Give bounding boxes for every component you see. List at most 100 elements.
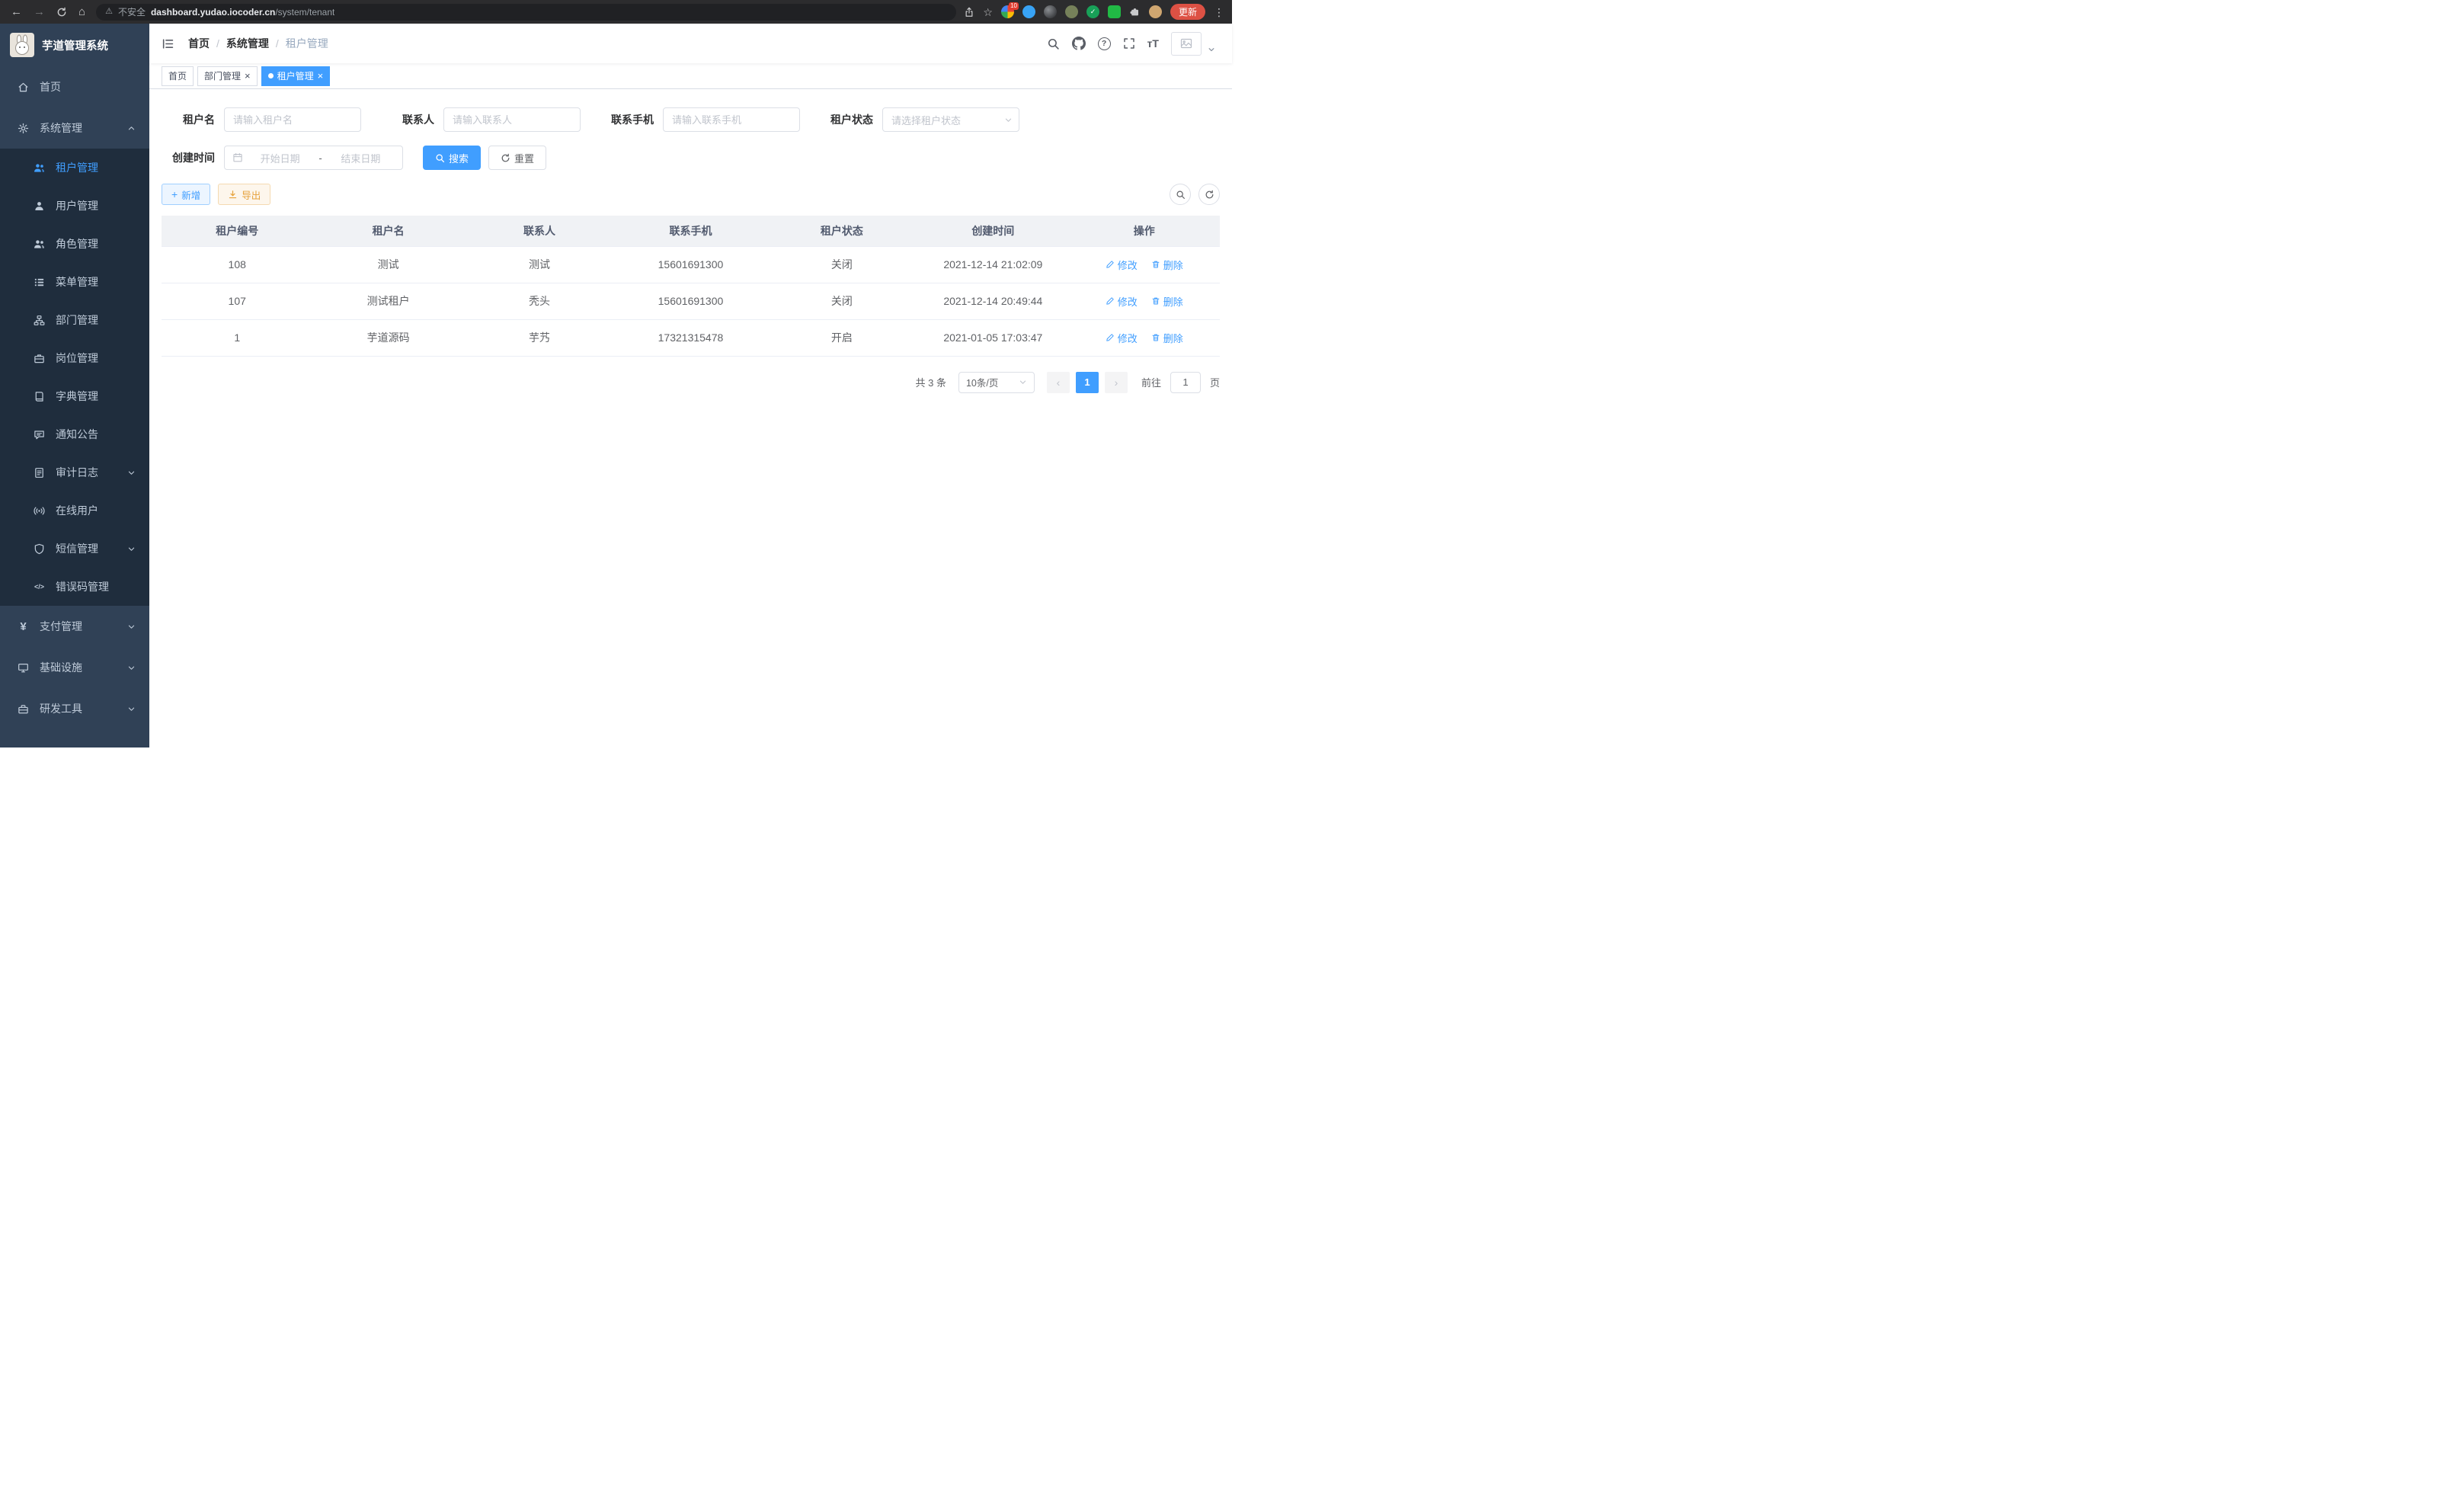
toggle-search-button[interactable] [1170, 184, 1191, 205]
bookmark-star-icon[interactable]: ☆ [983, 7, 993, 18]
page-number-button[interactable]: 1 [1076, 372, 1099, 393]
fullscreen-icon[interactable] [1123, 37, 1135, 50]
tenant-name-label: 租户名 [162, 112, 215, 127]
delete-button[interactable]: 删除 [1151, 294, 1183, 309]
delete-button[interactable]: 删除 [1151, 258, 1183, 272]
refresh-table-button[interactable] [1198, 184, 1220, 205]
tenant-name-input[interactable] [224, 107, 361, 132]
back-icon[interactable]: ← [11, 6, 22, 18]
browser-menu-icon[interactable]: ⋮ [1214, 7, 1224, 18]
sidebar-item-notice[interactable]: 通知公告 [0, 415, 149, 453]
export-button[interactable]: 导出 [218, 184, 270, 205]
edit-button[interactable]: 修改 [1106, 294, 1138, 309]
search-button[interactable]: 搜索 [423, 146, 481, 170]
tab-home[interactable]: 首页 [162, 66, 194, 86]
page-size-select[interactable]: 10条/页 [958, 372, 1035, 393]
sidebar-item-dept[interactable]: 部门管理 [0, 301, 149, 339]
reload-icon[interactable] [56, 7, 67, 18]
sidebar-item-label: 通知公告 [56, 427, 98, 442]
sidebar-item-payment[interactable]: ¥ 支付管理 [0, 606, 149, 647]
cell-phone: 15601691300 [615, 283, 766, 319]
share-icon[interactable] [964, 7, 974, 18]
sidebar-item-online-users[interactable]: 在线用户 [0, 491, 149, 530]
logo-image [10, 33, 34, 57]
delete-label: 删除 [1163, 331, 1183, 345]
browser-profile-avatar[interactable] [1149, 5, 1162, 18]
sidebar-item-tenant[interactable]: 租户管理 [0, 149, 149, 187]
url-text: dashboard.yudao.iocoder.cn/system/tenant [151, 7, 334, 18]
filter-row-1: 租户名 联系人 联系手机 租户状态 请选择租户状态 [162, 107, 1220, 132]
phone-input[interactable] [663, 107, 800, 132]
sidebar-item-label: 研发工具 [40, 701, 82, 716]
navbar-actions: ? тT [1047, 32, 1215, 56]
start-date-placeholder: 开始日期 [246, 151, 314, 165]
broken-image-icon [1180, 37, 1192, 50]
extension-icon-1[interactable]: 10 [1001, 5, 1014, 18]
sidebar-item-sms[interactable]: 短信管理 [0, 530, 149, 568]
chevron-up-icon [127, 124, 136, 133]
close-icon[interactable]: × [318, 71, 324, 81]
user-avatar[interactable] [1171, 32, 1202, 56]
sidebar-item-role[interactable]: 角色管理 [0, 225, 149, 263]
sidebar-toggle-icon[interactable] [162, 37, 174, 50]
sidebar-item-system[interactable]: 系统管理 [0, 107, 149, 149]
close-icon[interactable]: × [245, 71, 251, 81]
app: 芋道管理系统 首页 系统管理 租户管理 [0, 24, 1232, 748]
contact-input[interactable] [443, 107, 581, 132]
help-icon[interactable]: ? [1098, 37, 1111, 50]
tab-dept[interactable]: 部门管理 × [197, 66, 258, 86]
edit-button[interactable]: 修改 [1106, 258, 1138, 272]
extension-icon-2[interactable] [1022, 5, 1035, 18]
extension-icon-3[interactable] [1044, 5, 1057, 18]
avatar-caret-icon[interactable] [1208, 46, 1215, 56]
browser-actions: ☆ 10 ✓ 更新 ⋮ [964, 4, 1224, 20]
tenant-status-select[interactable]: 请选择租户状态 [882, 107, 1019, 132]
sidebar-item-error-code[interactable]: </> 错误码管理 [0, 568, 149, 606]
delete-button[interactable]: 删除 [1151, 331, 1183, 345]
sidebar-item-home[interactable]: 首页 [0, 66, 149, 107]
header-search-icon[interactable] [1047, 37, 1060, 50]
browser-nav-buttons: ← → ⌂ [8, 6, 88, 18]
cell-created: 2021-01-05 17:03:47 [917, 319, 1068, 356]
add-button[interactable]: + 新增 [162, 184, 210, 205]
update-button[interactable]: 更新 [1170, 4, 1205, 20]
create-time-range-picker[interactable]: 开始日期 - 结束日期 [224, 146, 403, 170]
end-date-placeholder: 结束日期 [327, 151, 395, 165]
sidebar-item-audit-log[interactable]: 审计日志 [0, 453, 149, 491]
menu-list-icon [33, 277, 46, 288]
github-icon[interactable] [1072, 37, 1086, 50]
extensions-puzzle-icon[interactable] [1129, 6, 1141, 18]
extension-icon-4[interactable] [1065, 5, 1078, 18]
next-page-button[interactable]: › [1105, 372, 1128, 393]
sidebar-item-user[interactable]: 用户管理 [0, 187, 149, 225]
chevron-down-icon [1019, 378, 1027, 386]
app-logo[interactable]: 芋道管理系统 [0, 24, 149, 66]
breadcrumb-home[interactable]: 首页 [188, 36, 210, 51]
home-icon[interactable]: ⌂ [78, 6, 85, 18]
sidebar-item-infrastructure[interactable]: 基础设施 [0, 647, 149, 688]
sidebar-item-dev-tools[interactable]: 研发工具 [0, 688, 149, 729]
edit-button[interactable]: 修改 [1106, 331, 1138, 345]
cell-name: 芋道源码 [312, 319, 463, 356]
chevron-down-icon [127, 664, 136, 672]
tab-tenant[interactable]: 租户管理 × [261, 66, 331, 86]
font-size-icon[interactable]: тT [1147, 37, 1159, 50]
reset-button[interactable]: 重置 [488, 146, 546, 170]
extension-icon-5[interactable]: ✓ [1086, 5, 1099, 18]
sidebar-item-dict[interactable]: 字典管理 [0, 377, 149, 415]
forward-icon[interactable]: → [34, 6, 45, 18]
cell-status: 关闭 [766, 246, 917, 283]
address-bar[interactable]: ⚠ 不安全 dashboard.yudao.iocoder.cn/system/… [96, 4, 956, 21]
sidebar-item-menu[interactable]: 菜单管理 [0, 263, 149, 301]
extension-icon-6[interactable] [1108, 5, 1121, 18]
cell-id: 107 [162, 283, 312, 319]
breadcrumb-system[interactable]: 系统管理 [226, 36, 269, 51]
sidebar-item-post[interactable]: 岗位管理 [0, 339, 149, 377]
refresh-icon [1205, 190, 1214, 200]
cell-created: 2021-12-14 21:02:09 [917, 246, 1068, 283]
prev-page-button[interactable]: ‹ [1047, 372, 1070, 393]
edit-label: 修改 [1118, 294, 1138, 309]
tenant-table: 租户编号 租户名 联系人 联系手机 租户状态 创建时间 操作 108 测试 测试 [162, 216, 1220, 357]
goto-page-input[interactable] [1170, 372, 1201, 393]
sidebar-item-label: 审计日志 [56, 465, 98, 480]
